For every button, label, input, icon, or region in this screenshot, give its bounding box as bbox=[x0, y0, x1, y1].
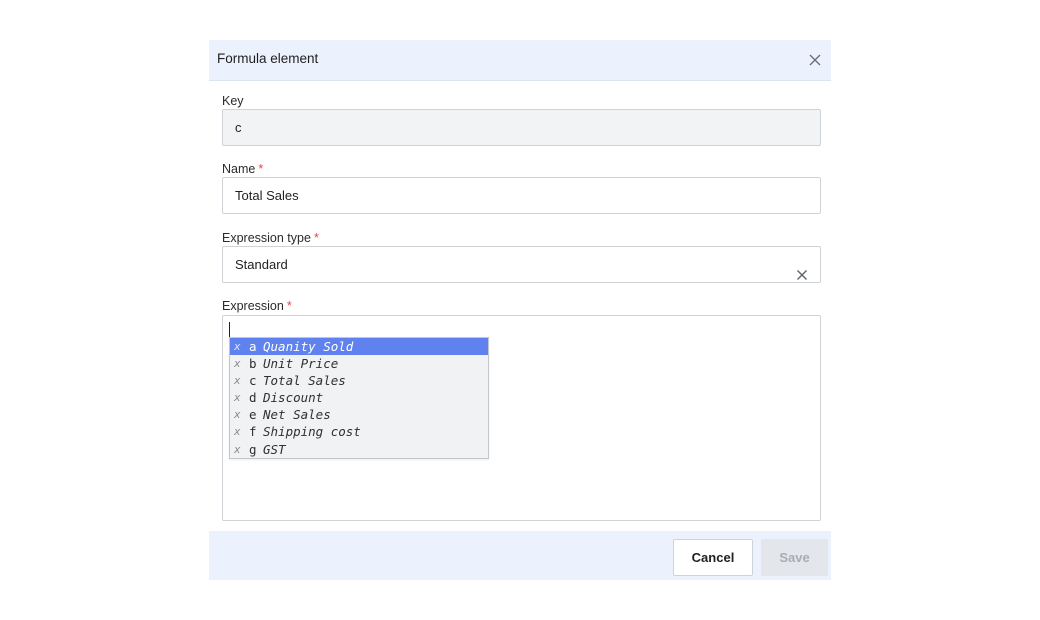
required-marker: * bbox=[258, 162, 264, 176]
suggestion-item[interactable]: x f Shipping cost bbox=[230, 423, 488, 440]
expression-type-label: Expression type * bbox=[222, 231, 319, 245]
variable-type-icon: x bbox=[234, 442, 241, 456]
variable-type-icon: x bbox=[234, 340, 241, 353]
expression-type-value: Standard bbox=[235, 257, 288, 272]
suggestion-name: Discount bbox=[263, 390, 324, 406]
save-button[interactable]: Save bbox=[761, 539, 828, 576]
required-marker: * bbox=[313, 231, 319, 245]
suggestion-key: b bbox=[249, 356, 257, 372]
suggestion-item[interactable]: x d Discount bbox=[230, 389, 488, 406]
variable-type-icon: x bbox=[234, 391, 241, 405]
suggestion-item[interactable]: x g GST bbox=[230, 441, 488, 458]
close-icon[interactable] bbox=[807, 52, 823, 68]
suggestion-name: GST bbox=[263, 441, 286, 457]
suggestion-item[interactable]: x c Total Sales bbox=[230, 372, 488, 389]
key-label: Key bbox=[222, 94, 244, 108]
suggestion-item[interactable]: x e Net Sales bbox=[230, 406, 488, 423]
suggestion-name: Total Sales bbox=[263, 373, 346, 389]
cancel-button[interactable]: Cancel bbox=[673, 539, 753, 576]
key-field: c bbox=[222, 109, 821, 146]
suggestion-key: d bbox=[249, 390, 257, 406]
suggestion-key: c bbox=[249, 373, 257, 389]
clear-icon[interactable] bbox=[796, 259, 808, 280]
suggestion-key: g bbox=[249, 441, 257, 457]
name-field[interactable]: Total Sales bbox=[222, 177, 821, 214]
expression-label: Expression * bbox=[222, 299, 292, 313]
text-caret bbox=[229, 322, 230, 337]
suggestion-name: Shipping cost bbox=[263, 424, 361, 440]
name-label: Name * bbox=[222, 162, 264, 176]
suggestion-item[interactable]: x a Quanity Sold bbox=[230, 338, 488, 356]
expression-editor[interactable]: x a Quanity Sold x b Unit Price x c Total Sales x… bbox=[222, 315, 821, 521]
variable-type-icon: x bbox=[234, 408, 241, 422]
variable-type-icon: x bbox=[234, 374, 241, 388]
suggestion-key: a bbox=[249, 339, 257, 354]
suggestion-key: f bbox=[249, 424, 257, 440]
suggestion-name: Quanity Sold bbox=[263, 339, 354, 354]
required-marker: * bbox=[286, 299, 292, 313]
suggestion-name: Unit Price bbox=[263, 356, 339, 372]
autocomplete-dropdown: x a Quanity Sold x b Unit Price x c Total Sales x… bbox=[229, 337, 489, 459]
dialog-title: Formula element bbox=[217, 51, 319, 66]
suggestion-key: e bbox=[249, 407, 257, 423]
dialog-header: Formula element bbox=[209, 40, 831, 81]
variable-type-icon: x bbox=[234, 357, 241, 371]
variable-type-icon: x bbox=[234, 425, 241, 439]
suggestion-item[interactable]: x b Unit Price bbox=[230, 355, 488, 372]
expression-type-select[interactable]: Standard bbox=[222, 246, 821, 283]
dialog-footer: Cancel Save bbox=[209, 531, 831, 580]
suggestion-name: Net Sales bbox=[263, 407, 331, 423]
formula-element-dialog: Formula element Key c Name * Total Sales … bbox=[209, 40, 831, 580]
